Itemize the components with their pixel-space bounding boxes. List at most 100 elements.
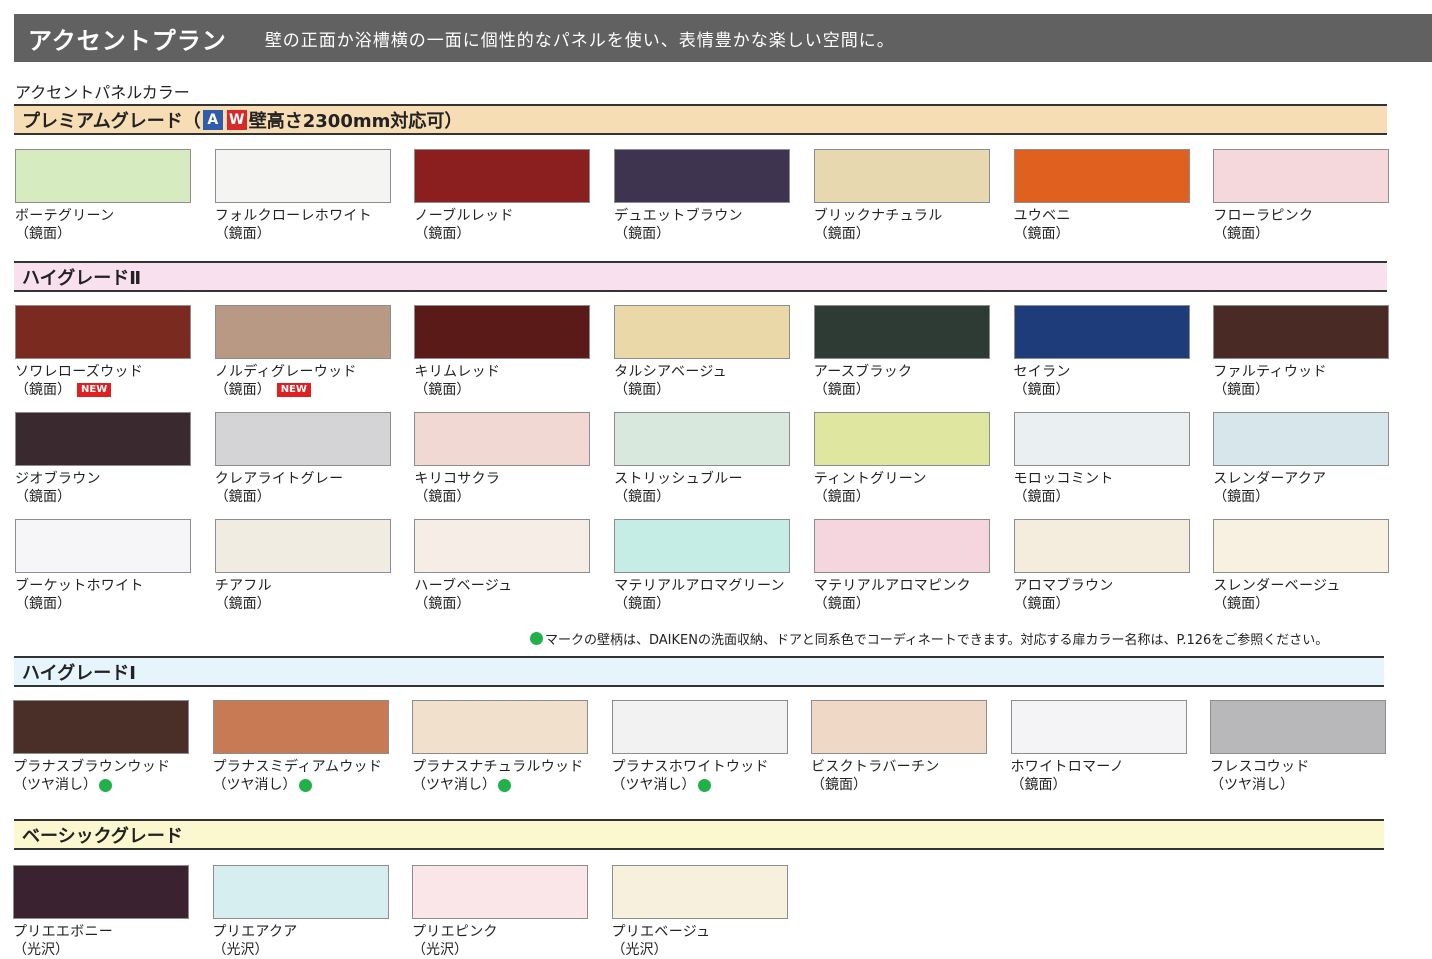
panel-finish-row: （鏡面） bbox=[414, 225, 590, 243]
panel-swatch bbox=[1013, 519, 1190, 573]
panel-finish: （鏡面） bbox=[15, 382, 71, 398]
panel-swatch bbox=[212, 700, 389, 754]
panel-finish: （ツヤ消し） bbox=[212, 777, 297, 793]
panel-finish: （光沢） bbox=[212, 942, 269, 958]
page-header: アクセントプラン 壁の正面か浴槽横の一面に個性的なパネルを使い、表情豊かな楽しい… bbox=[14, 14, 1432, 62]
panel-finish: （鏡面） bbox=[1010, 777, 1067, 793]
high-grade-1-band: ハイグレードⅠ bbox=[14, 656, 1384, 687]
panel-finish: （鏡面） bbox=[1013, 382, 1070, 398]
panel-name: プラナスホワイトウッド bbox=[611, 759, 769, 775]
panel-name: ソワレローズウッド bbox=[15, 364, 143, 380]
panel-finish-row: （鏡面） bbox=[814, 225, 990, 243]
panel-name: スレンダーアクア bbox=[1213, 471, 1327, 487]
panel-finish-row: （鏡面） bbox=[811, 776, 987, 794]
panel-finish: （光沢） bbox=[611, 942, 668, 958]
panel-finish-row: （鏡面） bbox=[614, 595, 790, 613]
panel-finish: （鏡面） bbox=[15, 596, 71, 612]
panel-finish-row: （鏡面） bbox=[1014, 225, 1190, 243]
color-swatch-item: タルシアベージュ （鏡面） bbox=[614, 305, 791, 399]
panel-finish-row: （鏡面） bbox=[15, 488, 191, 506]
panel-swatch bbox=[813, 412, 990, 466]
color-swatch-item: キリムレッド （鏡面） bbox=[414, 305, 591, 399]
panel-finish: （ツヤ消し） bbox=[13, 777, 97, 793]
panel-name: ストリッシュブルー bbox=[614, 471, 743, 487]
panel-finish-row: （鏡面） NEW bbox=[215, 381, 391, 399]
premium-grade-label-suffix: 壁高さ2300mm対応可） bbox=[248, 110, 463, 132]
panel-heading: アクセントパネルカラー bbox=[15, 83, 190, 102]
panel-name: ブーケットホワイト bbox=[15, 578, 144, 594]
panel-finish: （鏡面） bbox=[813, 596, 870, 612]
panel-finish-row: （鏡面） bbox=[1011, 776, 1187, 794]
panel-name: モロッコミント bbox=[1013, 471, 1114, 487]
panel-finish-row: （ツヤ消し） bbox=[1210, 776, 1386, 794]
panel-swatch bbox=[1213, 412, 1390, 466]
green-dot-icon bbox=[697, 778, 711, 792]
panel-name: ボーテグリーン bbox=[15, 208, 115, 224]
panel-swatch bbox=[214, 519, 391, 573]
high-grade-2-band: ハイグレードⅡ bbox=[14, 261, 1387, 292]
panel-name: プラナスナチュラルウッド bbox=[412, 759, 584, 775]
panel-finish-row: （鏡面） bbox=[414, 381, 590, 399]
panel-finish: （鏡面） bbox=[614, 226, 671, 242]
color-swatch-item: マテリアルアロマピンク （鏡面） bbox=[813, 519, 990, 613]
color-swatch-item: ティントグリーン （鏡面） bbox=[813, 412, 990, 506]
panel-name: ファルティウッド bbox=[1213, 364, 1327, 380]
color-swatch-item: マテリアルアロマグリーン （鏡面） bbox=[614, 519, 791, 613]
panel-finish-row: （鏡面） NEW bbox=[15, 381, 191, 399]
color-swatch-item: フローラピンク （鏡面） bbox=[1213, 149, 1390, 243]
color-swatch-item: プリエアクア （光沢） bbox=[212, 865, 389, 959]
panel-name: ノーブルレッド bbox=[414, 208, 514, 224]
premium-grade-label: プレミアムグレード（ bbox=[22, 110, 201, 132]
panel-finish-row: （鏡面） bbox=[15, 595, 191, 613]
panel-name: ユウベニ bbox=[1013, 208, 1071, 224]
color-swatch-item: モロッコミント （鏡面） bbox=[1013, 412, 1190, 506]
panel-swatch bbox=[412, 865, 588, 919]
panel-finish-row: （光沢） bbox=[612, 941, 788, 959]
color-swatch-item: ブリックナチュラル （鏡面） bbox=[813, 149, 990, 243]
panel-finish: （鏡面） bbox=[414, 226, 471, 242]
color-swatch-item: プラナスミディアムウッド （ツヤ消し） bbox=[212, 700, 389, 794]
panel-finish: （鏡面） bbox=[1213, 489, 1270, 505]
panel-finish: （鏡面） bbox=[1013, 489, 1070, 505]
premium-grade-band: プレミアムグレード（ A W 壁高さ2300mm対応可） bbox=[14, 104, 1387, 135]
panel-name: キリコサクラ bbox=[414, 471, 501, 487]
panel-finish: （鏡面） bbox=[811, 777, 867, 793]
panel-name: フローラピンク bbox=[1213, 208, 1314, 224]
plan-subtitle: 壁の正面か浴槽横の一面に個性的なパネルを使い、表情豊かな楽しい空間に。 bbox=[264, 30, 895, 51]
panel-swatch bbox=[15, 305, 191, 359]
panel-finish-row: （鏡面） bbox=[614, 381, 790, 399]
panel-finish: （光沢） bbox=[13, 942, 69, 958]
panel-name: アロマブラウン bbox=[1013, 578, 1114, 594]
panel-finish-row: （鏡面） bbox=[614, 488, 790, 506]
panel-finish: （鏡面） bbox=[813, 489, 870, 505]
panel-swatch bbox=[1010, 700, 1187, 754]
panel-finish-row: （ツヤ消し） bbox=[13, 776, 189, 794]
tag-a-badge: A bbox=[202, 109, 223, 130]
panel-swatch bbox=[614, 519, 791, 573]
panel-finish: （鏡面） bbox=[1013, 226, 1070, 242]
color-swatch-item: デュエットブラウン （鏡面） bbox=[614, 149, 791, 243]
panel-name: ノルディグレーウッド bbox=[214, 364, 357, 380]
color-swatch-item: アースブラック （鏡面） bbox=[813, 305, 990, 399]
color-swatch-item: フレスコウッド （ツヤ消し） bbox=[1210, 700, 1386, 794]
panel-name: タルシアベージュ bbox=[614, 364, 727, 380]
panel-name: クレアライトグレー bbox=[214, 471, 344, 487]
color-swatch-item: スレンダーベージュ （鏡面） bbox=[1213, 519, 1390, 613]
panel-swatch bbox=[611, 700, 788, 754]
green-dot-icon bbox=[99, 778, 112, 792]
panel-finish-row: （光沢） bbox=[412, 941, 588, 959]
color-swatch-item: クレアライトグレー （鏡面） bbox=[214, 412, 391, 506]
panel-swatch bbox=[13, 865, 189, 919]
panel-name: ジオブラウン bbox=[15, 471, 101, 487]
panel-swatch bbox=[15, 519, 191, 573]
panel-swatch bbox=[414, 519, 591, 573]
panel-name: フレスコウッド bbox=[1210, 759, 1310, 775]
panel-name: プリエエボニー bbox=[13, 924, 114, 940]
basic-grade-band: ベーシックグレード bbox=[14, 819, 1384, 850]
panel-swatch bbox=[1013, 305, 1190, 359]
panel-finish-row: （鏡面） bbox=[15, 225, 191, 243]
panel-swatch bbox=[813, 519, 990, 573]
panel-swatch bbox=[1213, 519, 1390, 573]
panel-finish-row: （鏡面） bbox=[414, 595, 590, 613]
panel-finish-row: （鏡面） bbox=[1213, 595, 1389, 613]
